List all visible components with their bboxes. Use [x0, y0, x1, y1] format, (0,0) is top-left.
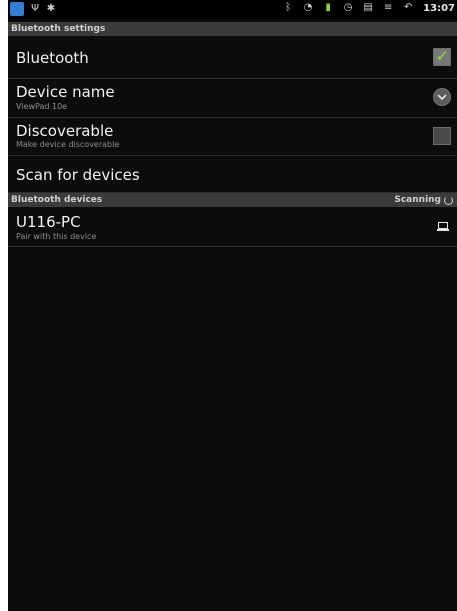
- laptop-icon: [437, 222, 449, 231]
- bluetooth-checkbox[interactable]: ✓: [433, 47, 451, 66]
- signal-icon: ≡: [383, 2, 393, 13]
- status-bar: Ψ ✱ ᛒ ◔ ▮ ◷ ▤ ≡ ↶ 13:07: [8, 0, 457, 20]
- section-title: Bluetooth devices: [11, 195, 103, 205]
- bluetooth-settings-header: Bluetooth settings: [8, 22, 457, 36]
- android-screen: Ψ ✱ ᛒ ◔ ▮ ◷ ▤ ≡ ↶ 13:07 Bluetooth settin…: [8, 0, 457, 611]
- app-icon: [10, 2, 24, 16]
- device-row[interactable]: U116-PC Pair with this device: [8, 208, 457, 247]
- row-title: Device name: [16, 83, 115, 101]
- scan-for-devices-row[interactable]: Scan for devices: [8, 156, 457, 193]
- alarm-icon: ◷: [343, 2, 353, 13]
- device-summary: Pair with this device: [16, 232, 97, 241]
- wifi-icon: ◔: [303, 2, 313, 13]
- row-title: Bluetooth: [16, 49, 89, 67]
- discoverable-row[interactable]: Discoverable Make device discoverable: [8, 118, 457, 156]
- bluetooth-toggle-row[interactable]: Bluetooth ✓: [8, 36, 457, 79]
- discoverable-checkbox[interactable]: [433, 127, 451, 145]
- row-summary: ViewPad 10e: [16, 102, 68, 111]
- checkmark-icon: ✓: [436, 47, 449, 65]
- device-name-row[interactable]: Device name ViewPad 10e: [8, 79, 457, 118]
- sd-card-icon: ▤: [363, 2, 373, 13]
- row-title: Discoverable: [16, 122, 114, 140]
- scanning-label: Scanning: [394, 195, 441, 205]
- row-summary: Make device discoverable: [16, 140, 120, 149]
- device-name: U116-PC: [16, 213, 81, 231]
- bluetooth-devices-header: Bluetooth devices Scanning: [8, 193, 457, 207]
- status-bar-left: Ψ ✱: [10, 2, 56, 16]
- usb-icon: Ψ: [31, 3, 39, 14]
- battery-icon: ▮: [325, 2, 331, 13]
- spinner-icon: [444, 195, 453, 205]
- back-icon[interactable]: ↶: [403, 2, 413, 14]
- chevron-down-icon[interactable]: [433, 88, 451, 106]
- android-debug-icon: ✱: [46, 3, 56, 14]
- row-title: Scan for devices: [16, 166, 140, 184]
- status-bar-right: ᛒ ◔ ▮ ◷ ▤ ≡ ↶ 13:07: [283, 2, 455, 14]
- bluetooth-icon: ᛒ: [285, 2, 292, 13]
- status-time: 13:07: [423, 2, 455, 14]
- section-title: Bluetooth settings: [11, 24, 106, 34]
- scanning-status: Scanning: [394, 193, 453, 207]
